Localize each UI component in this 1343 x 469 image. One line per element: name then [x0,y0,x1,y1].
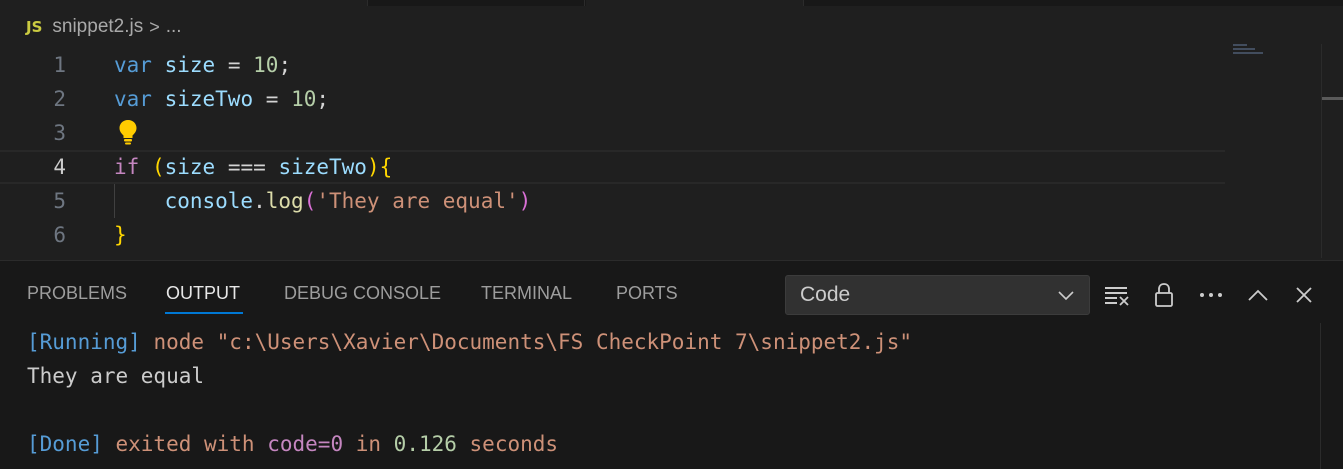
line-number: 1 [53,53,66,77]
tab-problems[interactable]: PROBLEMS [27,283,127,304]
code-line[interactable]: 6 } [0,218,1225,252]
line-number: 4 [53,155,66,179]
scrollbar-cursor-marker [1322,97,1343,100]
line-number: 3 [53,121,66,145]
code-text: if (size === sizeTwo){ [114,155,393,179]
code-text: var sizeTwo = 10; [114,87,330,111]
output-channel-select[interactable]: Code [785,275,1090,315]
bottom-panel: PROBLEMS OUTPUT DEBUG CONSOLE TERMINAL P… [0,260,1343,469]
vscode-window: JS snippet2.js > ... 1 var size = 10; 2 … [0,0,1343,469]
minimap[interactable] [1233,44,1273,58]
output-line: [Done] exited with code=0 in 0.126 secon… [27,432,559,456]
line-number: 2 [53,87,66,111]
clear-output-icon[interactable] [1103,281,1131,309]
editor-tab[interactable] [369,0,585,6]
code-text: } [114,223,127,247]
chevron-down-icon [1058,291,1074,301]
indent-guide [114,184,115,218]
code-text: var size = 10; [114,53,292,77]
active-tab-indicator [165,312,243,314]
code-line[interactable]: 1 var size = 10; [0,48,1225,82]
line-number: 6 [53,223,66,247]
editor-tab[interactable] [0,0,368,6]
panel-tab-bar: PROBLEMS OUTPUT DEBUG CONSOLE TERMINAL P… [0,261,780,327]
tab-debug-console[interactable]: DEBUG CONSOLE [284,283,441,304]
tab-ports[interactable]: PORTS [616,283,678,304]
editor-scrollbar[interactable] [1321,44,1343,258]
code-line[interactable]: 5 console.log('They are equal') [0,184,1225,218]
maximize-panel-icon[interactable] [1244,281,1272,309]
chevron-right-icon: > [149,16,160,37]
tab-terminal[interactable]: TERMINAL [481,283,572,304]
lightbulb-icon[interactable] [117,118,139,146]
code-line-current[interactable]: 4 if (size === sizeTwo){ [0,150,1225,184]
breadcrumb-more[interactable]: ... [166,16,182,38]
breadcrumb-file-name[interactable]: snippet2.js [52,16,143,38]
code-editor[interactable]: 1 var size = 10; 2 var sizeTwo = 10; 3 4… [0,46,1343,258]
code-text: console.log('They are equal') [164,189,532,213]
javascript-file-icon: JS [26,18,43,36]
output-content[interactable]: [Running] node "c:\Users\Xavier\Document… [27,327,912,456]
editor-tab-strip [0,0,1343,6]
output-line: [Running] node "c:\Users\Xavier\Document… [27,330,913,354]
lock-icon[interactable] [1150,281,1178,309]
output-channel-value: Code [800,283,851,306]
code-line[interactable]: 3 [0,116,1225,150]
tab-output[interactable]: OUTPUT [166,283,240,304]
editor-tab[interactable] [586,0,804,6]
breadcrumb: JS snippet2.js > ... [26,14,182,40]
more-icon[interactable] [1197,281,1225,309]
line-number: 5 [53,189,66,213]
output-scrollbar[interactable] [1320,323,1343,469]
output-line: They are equal [27,364,205,388]
code-line[interactable]: 2 var sizeTwo = 10; [0,82,1225,116]
close-panel-icon[interactable] [1290,281,1318,309]
